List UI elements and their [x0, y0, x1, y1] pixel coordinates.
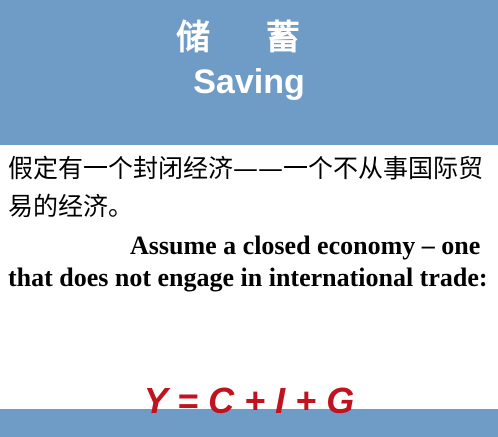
- slide-title-chinese: 储 蓄: [176, 18, 322, 58]
- chinese-paragraph: 假定有一个封闭经济——一个不从事国际贸易的经济。: [8, 154, 484, 221]
- slide-body: 假定有一个封闭经济——一个不从事国际贸易的经济。 Assume a closed…: [8, 150, 494, 294]
- english-paragraph: Assume a closed economy – one that does …: [8, 231, 488, 292]
- slide-title-english: Saving: [193, 63, 305, 101]
- gdp-equation: Y = C + I + G: [143, 380, 355, 421]
- title-banner: 储 蓄 Saving: [0, 0, 498, 145]
